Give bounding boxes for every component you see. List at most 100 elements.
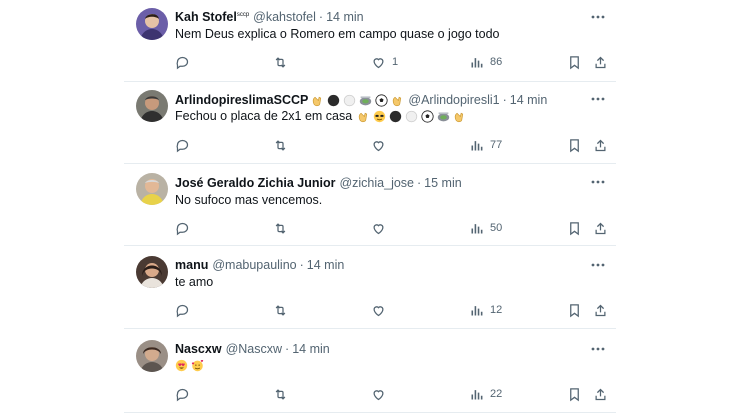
retweet-button[interactable]: [273, 136, 294, 154]
views-button[interactable]: 86: [469, 53, 502, 71]
timestamp[interactable]: 14 min: [326, 10, 364, 24]
more-icon[interactable]: [590, 9, 606, 25]
more-icon[interactable]: [590, 257, 606, 273]
display-name[interactable]: Kah Stofelsccp: [175, 10, 249, 24]
like-button[interactable]: [371, 385, 392, 403]
user-handle[interactable]: @Arlindopiresli1: [408, 93, 499, 107]
reply-button[interactable]: [175, 136, 196, 154]
timestamp[interactable]: 14 min: [292, 342, 330, 356]
clap-icon: [311, 94, 324, 107]
separator: ·: [299, 258, 304, 272]
sunglasses-icon: [373, 110, 386, 123]
separator: ·: [285, 342, 290, 356]
reply-icon: [175, 138, 190, 153]
tweet[interactable]: Nascxw @Nascxw · 14 min 22: [124, 329, 616, 413]
like-button[interactable]: [371, 219, 392, 237]
soccer-ball-icon: [421, 109, 434, 123]
like-icon: [371, 221, 386, 236]
avatar[interactable]: [136, 340, 168, 372]
display-name[interactable]: manu: [175, 258, 208, 272]
share-icon: [593, 55, 608, 70]
user-handle[interactable]: @kahstofel: [253, 10, 316, 24]
share-button[interactable]: [593, 53, 608, 71]
share-button[interactable]: [593, 385, 608, 403]
like-button[interactable]: 1: [371, 53, 398, 71]
soccer-ball-icon: [375, 93, 388, 107]
reply-button[interactable]: [175, 301, 196, 319]
retweet-icon: [273, 138, 288, 153]
display-name[interactable]: ArlindopireslimaSCCP: [175, 93, 308, 107]
bookmark-button[interactable]: [567, 301, 582, 319]
bookmark-icon: [567, 55, 582, 70]
display-name[interactable]: Nascxw: [175, 342, 222, 356]
more-icon[interactable]: [590, 91, 606, 107]
more-icon[interactable]: [590, 341, 606, 357]
reply-button[interactable]: [175, 385, 196, 403]
replies-feed: Kah Stofelsccp @kahstofel · 14 min Nem D…: [124, 0, 616, 413]
display-name[interactable]: José Geraldo Zichia Junior: [175, 176, 335, 190]
separator: ·: [417, 176, 422, 190]
reply-button[interactable]: [175, 219, 196, 237]
tweet-text: te amo: [175, 275, 214, 289]
like-button[interactable]: [371, 136, 392, 154]
avatar[interactable]: [136, 173, 168, 205]
retweet-button[interactable]: [273, 219, 294, 237]
user-handle[interactable]: @zichia_jose: [339, 176, 414, 190]
separator: ·: [318, 10, 324, 24]
bookmark-icon: [567, 138, 582, 153]
reply-icon: [175, 387, 190, 402]
stadium-icon: [359, 94, 372, 107]
views-button[interactable]: 22: [469, 385, 502, 403]
tweet-text-row: [175, 359, 204, 372]
tweet-header: José Geraldo Zichia Junior @zichia_jose …: [175, 174, 462, 192]
tweet[interactable]: José Geraldo Zichia Junior @zichia_jose …: [124, 164, 616, 246]
tweet-text: Nem Deus explica o Romero em campo quase…: [175, 27, 500, 41]
like-icon: [371, 303, 386, 318]
reply-icon: [175, 303, 190, 318]
tweet-header: Nascxw @Nascxw · 14 min: [175, 340, 330, 358]
share-icon: [593, 303, 608, 318]
timestamp[interactable]: 15 min: [424, 176, 462, 190]
bookmark-button[interactable]: [567, 136, 582, 154]
bookmark-button[interactable]: [567, 53, 582, 71]
views-icon: [469, 55, 484, 70]
avatar[interactable]: [136, 90, 168, 122]
view-count: 12: [490, 304, 503, 316]
timestamp[interactable]: 14 min: [510, 93, 548, 107]
smiling-hearts-icon: [191, 359, 204, 372]
tweet[interactable]: ArlindopireslimaSCCP @Arlindopiresli1 · …: [124, 82, 616, 164]
user-handle[interactable]: @Nascxw: [226, 342, 282, 356]
action-bar: 22: [175, 385, 616, 403]
user-handle[interactable]: @mabupaulino: [212, 258, 296, 272]
views-button[interactable]: 12: [469, 301, 502, 319]
more-icon[interactable]: [590, 174, 606, 190]
avatar[interactable]: [136, 8, 168, 40]
retweet-button[interactable]: [273, 301, 294, 319]
views-icon: [469, 221, 484, 236]
retweet-icon: [273, 221, 288, 236]
views-icon: [469, 387, 484, 402]
timestamp[interactable]: 14 min: [307, 258, 345, 272]
tweet[interactable]: Kah Stofelsccp @kahstofel · 14 min Nem D…: [124, 0, 616, 82]
share-icon: [593, 387, 608, 402]
bookmark-button[interactable]: [567, 385, 582, 403]
reply-icon: [175, 221, 190, 236]
heart-eyes-icon: [175, 359, 188, 372]
bookmark-button[interactable]: [567, 219, 582, 237]
reply-button[interactable]: [175, 53, 196, 71]
retweet-button[interactable]: [273, 385, 294, 403]
views-button[interactable]: 77: [469, 136, 502, 154]
tweet-text: Fechou o placa de 2x1 em casa: [175, 109, 353, 123]
like-button[interactable]: [371, 301, 392, 319]
avatar[interactable]: [136, 256, 168, 288]
tweet[interactable]: manu @mabupaulino · 14 min te amo 12: [124, 246, 616, 329]
share-button[interactable]: [593, 219, 608, 237]
share-button[interactable]: [593, 301, 608, 319]
like-icon: [371, 387, 386, 402]
name-emojis: [308, 93, 404, 107]
tweet-text: No sufoco mas vencemos.: [175, 193, 323, 207]
share-button[interactable]: [593, 136, 608, 154]
clap-icon: [453, 110, 466, 123]
views-button[interactable]: 50: [469, 219, 502, 237]
retweet-button[interactable]: [273, 53, 294, 71]
